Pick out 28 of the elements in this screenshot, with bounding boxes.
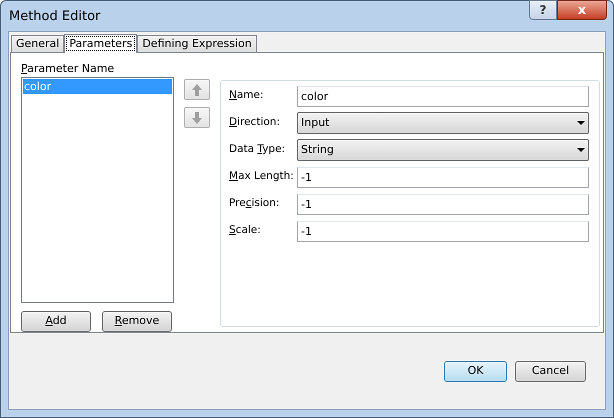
tab[interactable]: General xyxy=(11,35,64,52)
caret-icon xyxy=(577,148,585,152)
down-arrow-icon xyxy=(191,110,203,124)
field-label: Precision: xyxy=(229,196,280,212)
input-field[interactable]: color xyxy=(297,86,589,106)
field-label: Direction: xyxy=(229,115,281,130)
input-field[interactable]: -1 xyxy=(297,194,589,214)
move-up-button[interactable] xyxy=(184,79,210,100)
up-arrow-icon xyxy=(191,82,203,96)
input-field[interactable]: -1 xyxy=(297,220,589,242)
dialog-button[interactable]: OK xyxy=(444,361,507,382)
tab[interactable]: Defining Expression xyxy=(137,35,257,52)
list-button[interactable]: Remove xyxy=(102,311,172,332)
field-label: Max Length: xyxy=(229,169,295,184)
window-title: Method Editor xyxy=(9,8,100,26)
caret-icon xyxy=(577,121,585,125)
tab[interactable]: Parameters xyxy=(64,34,138,53)
list-label: Parameter Name xyxy=(21,61,116,76)
field-label: Data Type: xyxy=(229,142,286,158)
help-button[interactable]: ? xyxy=(529,0,557,20)
dropdown[interactable]: String xyxy=(297,139,589,161)
field-label: Scale: xyxy=(229,223,262,238)
input-field[interactable]: -1 xyxy=(297,166,589,188)
field-label: Name: xyxy=(229,88,265,104)
dropdown[interactable]: Input xyxy=(297,112,589,134)
dialog-button[interactable]: Cancel xyxy=(515,361,586,382)
move-down-button[interactable] xyxy=(184,107,210,128)
list-button[interactable]: Add xyxy=(21,311,91,332)
